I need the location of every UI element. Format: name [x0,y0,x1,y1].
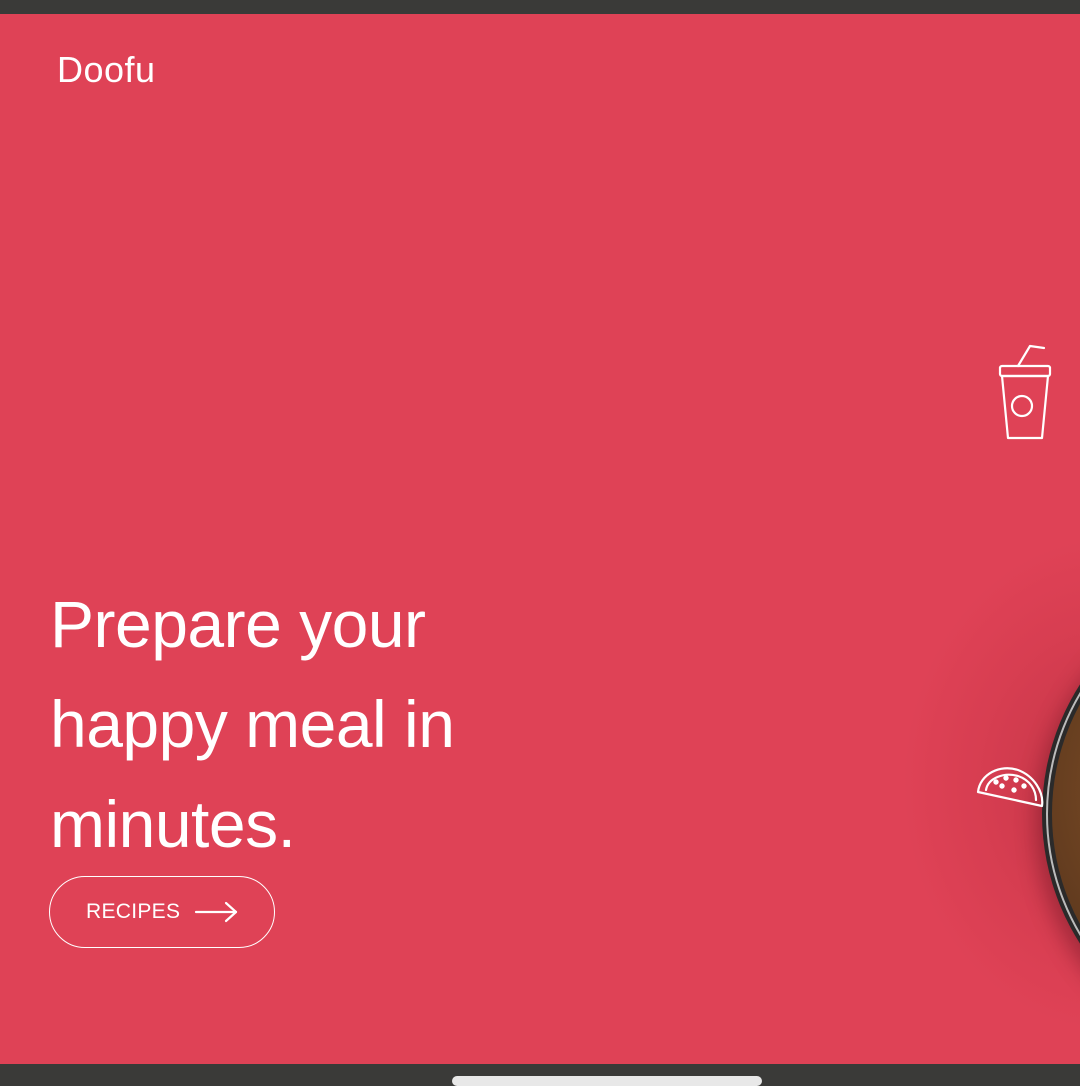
taco-icon [976,767,1044,808]
recipes-button[interactable]: RECIPES [49,876,275,948]
recipes-button-label: RECIPES [86,900,181,923]
arrow-right-icon [195,901,238,923]
headline-line-2: happy meal in [50,687,455,761]
brand-logo[interactable]: Doofu [57,50,156,90]
home-indicator [452,1076,762,1086]
drink-cup-icon [998,344,1052,440]
hero-headline: Prepare your happy meal in minutes. [50,574,570,874]
device-top-bezel [0,0,1080,14]
headline-line-1: Prepare your [50,587,426,661]
headline-line-3: minutes. [50,787,296,861]
hero-section: Doofu Prepare your happy meal in minutes… [0,14,1080,1064]
